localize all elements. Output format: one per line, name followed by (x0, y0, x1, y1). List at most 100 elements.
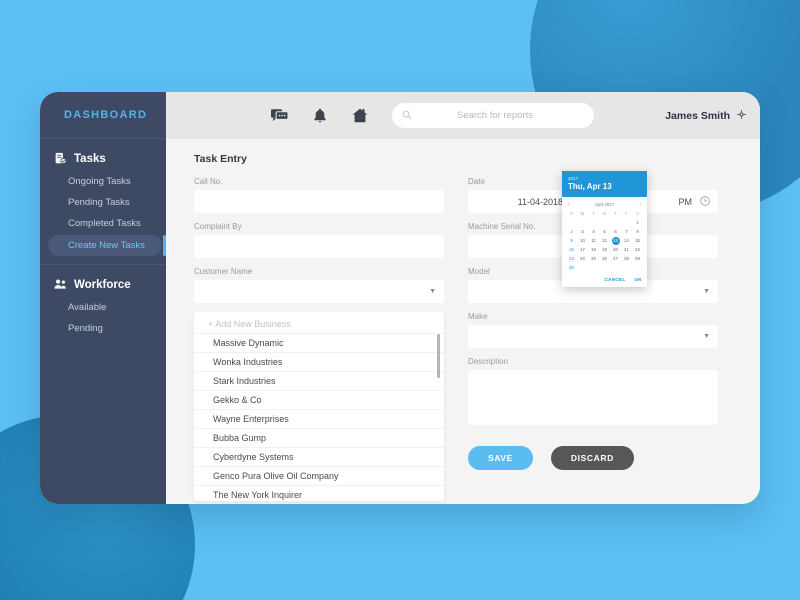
date-picker-ok-button[interactable]: OK (635, 277, 643, 282)
home-icon[interactable] (352, 108, 368, 123)
description-textarea[interactable] (468, 370, 718, 425)
calendar-day[interactable]: 22 (632, 246, 643, 254)
calendar-day[interactable]: 12 (599, 237, 610, 245)
calendar-day[interactable]: 24 (577, 255, 588, 263)
calendar-day[interactable]: 4 (588, 228, 599, 236)
date-picker-nav: ‹ April 2017 › (566, 201, 643, 210)
call-no-input[interactable] (194, 190, 444, 213)
calendar-day[interactable]: 1 (632, 219, 643, 227)
date-picker-grid[interactable]: S M T W T F S 1 2 3 4 5 6 7 8 9 10 11 12 13 14 15 16 17 18 19 20 21… (566, 210, 643, 272)
customer-name-dropdown[interactable]: + Add New Business Massive Dynamic Wonka… (194, 312, 444, 501)
calendar-day[interactable]: 15 (632, 237, 643, 245)
prev-month-icon[interactable]: ‹ (568, 201, 570, 207)
calendar-blank (621, 219, 632, 227)
nav-group-tasks: Tasks Ongoing Tasks Pending Tasks Comple… (40, 139, 166, 256)
chevron-down-icon: ▼ (703, 288, 710, 295)
content-area: Task Entry Call No. Complaint By Custome… (166, 139, 760, 504)
workforce-icon (54, 278, 67, 291)
calendar-day[interactable]: 28 (621, 255, 632, 263)
calendar-day[interactable]: 18 (588, 246, 599, 254)
discard-button[interactable]: DISCARD (550, 446, 634, 470)
calendar-day[interactable]: 5 (599, 228, 610, 236)
calendar-day[interactable]: 26 (599, 255, 610, 263)
dropdown-add-new-business[interactable]: + Add New Business (194, 315, 444, 334)
make-label: Make (468, 312, 488, 321)
list-item[interactable]: Gekko & Co (194, 391, 444, 410)
sidebar-item-label: Ongoing Tasks (68, 176, 131, 187)
dropdown-scrollbar[interactable] (437, 334, 440, 378)
calendar-day[interactable]: 3 (577, 228, 588, 236)
sidebar-item-label: Completed Tasks (68, 218, 141, 229)
make-select[interactable]: ▼ (468, 325, 718, 348)
calendar-day[interactable]: 17 (577, 246, 588, 254)
calendar-day[interactable]: 21 (621, 246, 632, 254)
date-picker-selected-date: Thu, Apr 13 (568, 182, 612, 191)
date-picker-body: ‹ April 2017 › S M T W T F S 1 2 3 4 5 6 7 8 9 10 11 12 13 1… (562, 197, 647, 274)
customer-name-select[interactable]: ▼ (194, 280, 444, 303)
sidebar-group-workforce-header: Workforce (40, 275, 166, 297)
calendar-day[interactable]: 20 (610, 246, 621, 254)
next-month-icon[interactable]: › (639, 201, 641, 207)
calendar-day[interactable]: 13 (611, 237, 620, 245)
calendar-day[interactable]: 27 (610, 255, 621, 263)
list-item[interactable]: Massive Dynamic (194, 334, 444, 353)
field-call-no: Call No. (194, 177, 444, 213)
complaint-by-input[interactable] (194, 235, 444, 258)
form-actions: SAVE DISCARD (468, 446, 718, 470)
calendar-day[interactable]: 30 (566, 264, 577, 272)
description-label: Description (468, 357, 509, 366)
user-area[interactable]: James Smith (665, 110, 746, 122)
date-picker-month-label: April 2017 (595, 201, 614, 207)
calendar-day[interactable]: 16 (566, 246, 577, 254)
page-title: Task Entry (194, 153, 247, 165)
calendar-day[interactable]: 23 (566, 255, 577, 263)
field-customer-name: Customer Name ▼ (194, 267, 444, 303)
calendar-day[interactable]: 29 (632, 255, 643, 263)
customer-name-label: Customer Name (194, 267, 253, 276)
calendar-day[interactable]: 10 (577, 237, 588, 245)
day-of-week-header: S (636, 211, 639, 216)
brand-title: DASHBOARD (40, 92, 166, 139)
date-picker-popup[interactable]: 2017 Thu, Apr 13 ‹ April 2017 › SMTWTFS1… (562, 171, 647, 287)
calendar-day[interactable]: 14 (621, 237, 632, 245)
bell-icon[interactable] (313, 108, 327, 124)
search-input[interactable] (406, 110, 584, 121)
sidebar-item-label: Create New Tasks (68, 240, 145, 251)
list-item[interactable]: Wayne Enterprises (194, 410, 444, 429)
field-description: Description (468, 357, 718, 430)
calendar-day[interactable]: 19 (599, 246, 610, 254)
day-of-week-header: M (580, 211, 585, 216)
calendar-day[interactable]: 25 (588, 255, 599, 263)
list-item[interactable]: Bubba Gump (194, 429, 444, 448)
calendar-day[interactable]: 6 (610, 228, 621, 236)
calendar-day[interactable]: 11 (588, 237, 599, 245)
calendar-day[interactable]: 7 (621, 228, 632, 236)
calendar-blank (610, 219, 621, 227)
list-item[interactable]: Genco Pura Olive Oil Company (194, 467, 444, 486)
calendar-day[interactable]: 2 (566, 228, 577, 236)
day-of-week-header: F (625, 211, 628, 216)
sidebar-item-available[interactable]: Available (40, 297, 166, 318)
list-item[interactable]: Wonka Industries (194, 353, 444, 372)
field-complaint-by: Complaint By (194, 222, 444, 258)
search-box[interactable] (392, 103, 594, 128)
sidebar-item-completed-tasks[interactable]: Completed Tasks (40, 213, 166, 234)
top-bar: James Smith (166, 92, 760, 139)
save-button[interactable]: SAVE (468, 446, 533, 470)
gear-icon[interactable] (737, 109, 746, 122)
calendar-day[interactable]: 8 (632, 228, 643, 236)
form-column-left: Call No. Complaint By Customer Name ▼ + … (194, 177, 444, 501)
calendar-day[interactable]: 9 (566, 237, 577, 245)
field-make: Make ▼ (468, 312, 718, 348)
sidebar-item-create-new-tasks[interactable]: Create New Tasks (48, 235, 166, 256)
date-picker-cancel-button[interactable]: CANCEL (605, 277, 626, 282)
list-item[interactable]: Cyberdyne Systems (194, 448, 444, 467)
date-picker-year[interactable]: 2017 (568, 176, 641, 181)
list-item[interactable]: The New York Inquirer (194, 486, 444, 504)
list-item[interactable]: Stark Industries (194, 372, 444, 391)
sidebar-item-pending[interactable]: Pending (40, 318, 166, 339)
clock-icon[interactable] (700, 195, 710, 208)
chat-icon[interactable] (271, 108, 288, 123)
sidebar-item-ongoing-tasks[interactable]: Ongoing Tasks (40, 171, 166, 192)
sidebar-item-pending-tasks[interactable]: Pending Tasks (40, 192, 166, 213)
